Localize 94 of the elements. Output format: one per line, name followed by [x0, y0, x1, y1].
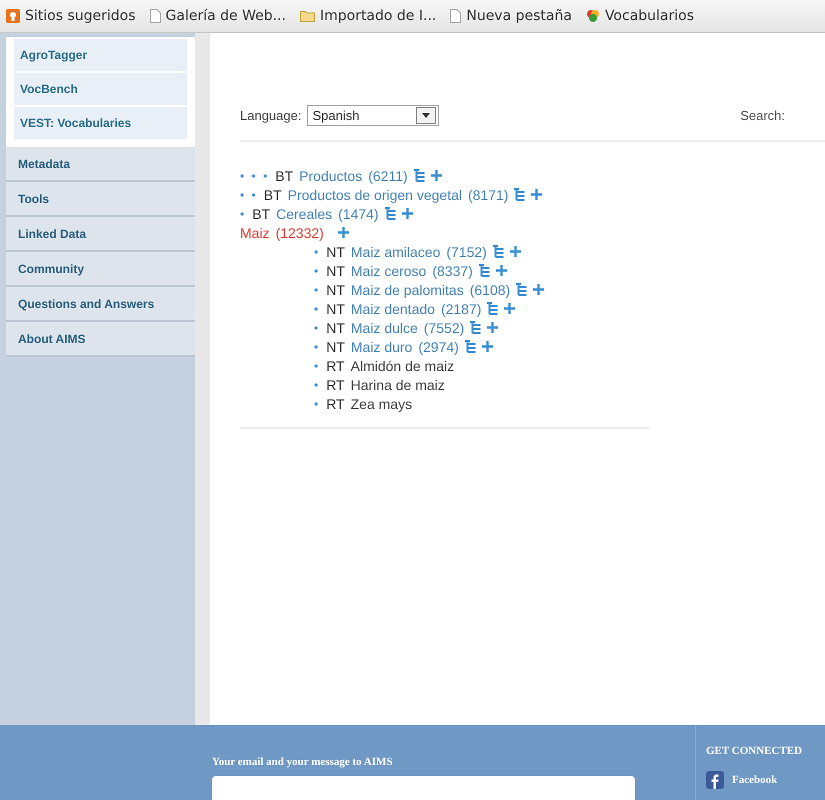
term-count: (2187)	[440, 300, 482, 316]
term-link[interactable]: Maiz ceroso	[350, 262, 426, 278]
term-link[interactable]: Zea mays	[350, 396, 412, 412]
current-term: Maiz	[240, 224, 270, 240]
search-label: Search:	[740, 108, 785, 122]
relation-label: NT	[326, 320, 345, 336]
menu-item[interactable]: Questions and Answers	[6, 287, 195, 322]
relation-label: NT	[326, 282, 345, 298]
menu-item[interactable]: About AIMS	[6, 322, 195, 357]
add-icon[interactable]	[496, 265, 507, 276]
hierarchy-icon[interactable]	[516, 283, 528, 296]
hierarchy-icon[interactable]	[470, 321, 482, 334]
menu-item[interactable]: Linked Data	[6, 217, 195, 252]
social-link[interactable]: Facebook	[732, 774, 778, 786]
message-field[interactable]	[212, 776, 635, 800]
add-icon[interactable]	[510, 246, 521, 257]
term-count: (8171)	[468, 186, 508, 202]
submenu-item[interactable]: VocBench	[14, 73, 187, 105]
add-icon[interactable]	[504, 303, 516, 314]
connect-heading: GET CONNECTED	[706, 745, 802, 757]
term-link[interactable]: Almidón de maiz	[350, 358, 454, 374]
add-icon[interactable]	[402, 208, 413, 219]
term-count: (7152)	[446, 244, 487, 260]
term-count: (12332)	[276, 224, 324, 240]
dropdown-arrow-icon	[422, 112, 430, 118]
bullet-marker: •	[314, 396, 320, 410]
bullet-marker: •	[314, 302, 320, 316]
relation-label: RT	[326, 376, 345, 392]
submenu-item[interactable]: VEST: Vocabularies	[14, 107, 187, 139]
bullet-marker: •	[314, 264, 320, 278]
relation-label: NT	[326, 262, 345, 278]
bullet-marker: •	[314, 378, 320, 392]
term-link[interactable]: Productos de origen vegetal	[288, 186, 462, 202]
add-icon[interactable]	[531, 189, 542, 200]
relation-label: BT	[252, 206, 270, 222]
folder-icon	[300, 10, 315, 22]
add-icon[interactable]	[338, 227, 349, 238]
term-link[interactable]: Cereales	[276, 206, 332, 222]
term-link[interactable]: Productos	[299, 168, 362, 184]
add-icon[interactable]	[487, 322, 498, 333]
relation-label: NT	[326, 300, 345, 316]
menu-item[interactable]: Tools	[6, 182, 195, 217]
term-link[interactable]: Harina de maiz	[350, 376, 445, 392]
term-link[interactable]: Maiz amilaceo	[350, 244, 440, 260]
relation-label: RT	[326, 358, 345, 374]
hierarchy-icon[interactable]	[514, 188, 526, 201]
language-select[interactable]: Spanish	[307, 104, 440, 126]
hierarchy-icon[interactable]	[478, 264, 490, 277]
bookmark-link[interactable]: Importado de I...	[320, 8, 436, 24]
bullet-marker: •	[314, 282, 320, 296]
menu-item[interactable]: Community	[6, 252, 195, 287]
bullet-marker: •	[314, 244, 320, 258]
page-icon	[450, 9, 462, 23]
term-link[interactable]: Maiz duro	[350, 338, 412, 354]
relation-label: NT	[326, 244, 345, 260]
submenu-item[interactable]: AgroTagger	[14, 39, 187, 71]
bullet-marker: •	[240, 206, 246, 220]
relation-label: BT	[264, 186, 282, 202]
relation-label: NT	[326, 338, 345, 354]
bookmark-link[interactable]: Nueva pestaña	[466, 8, 572, 24]
hierarchy-icon[interactable]	[464, 340, 476, 353]
hierarchy-icon[interactable]	[487, 302, 498, 315]
hierarchy-icon[interactable]	[384, 207, 396, 220]
term-count: (6108)	[470, 282, 510, 298]
add-icon[interactable]	[430, 170, 442, 181]
bullet-marker: •	[314, 358, 320, 372]
relation-label: RT	[326, 396, 345, 412]
facebook-icon	[706, 771, 724, 789]
term-count: (6211)	[368, 168, 408, 184]
menu-item[interactable]: Metadata	[6, 147, 195, 182]
page-icon	[150, 9, 161, 23]
language-label: Language:	[240, 108, 302, 122]
relation-label: BT	[275, 168, 294, 184]
term-link[interactable]: Maiz dulce	[350, 320, 418, 336]
bullet-marker: • • •	[240, 168, 270, 182]
term-count: (8337)	[432, 262, 473, 278]
term-count: (2974)	[418, 338, 459, 354]
bookmark-icon	[6, 9, 20, 23]
bookmark-link[interactable]: Sitios sugeridos	[25, 8, 136, 24]
site-icon	[586, 9, 600, 23]
hierarchy-icon[interactable]	[492, 245, 504, 258]
term-link[interactable]: Maiz dentado	[350, 300, 435, 316]
bullet-marker: • •	[240, 188, 258, 202]
add-icon[interactable]	[482, 341, 493, 352]
term-count: (1474)	[338, 206, 379, 222]
message-label: Your email and your message to AIMS	[212, 756, 394, 768]
term-link[interactable]: Maiz de palomitas	[350, 282, 464, 298]
add-icon[interactable]	[533, 284, 544, 295]
bullet-marker: •	[314, 340, 320, 354]
term-count: (7552)	[424, 320, 464, 336]
bullet-marker: •	[314, 320, 320, 334]
bookmark-link[interactable]: Galería de Web...	[166, 8, 286, 24]
hierarchy-icon[interactable]	[414, 169, 425, 182]
bookmark-link[interactable]: Vocabularios	[604, 8, 694, 24]
